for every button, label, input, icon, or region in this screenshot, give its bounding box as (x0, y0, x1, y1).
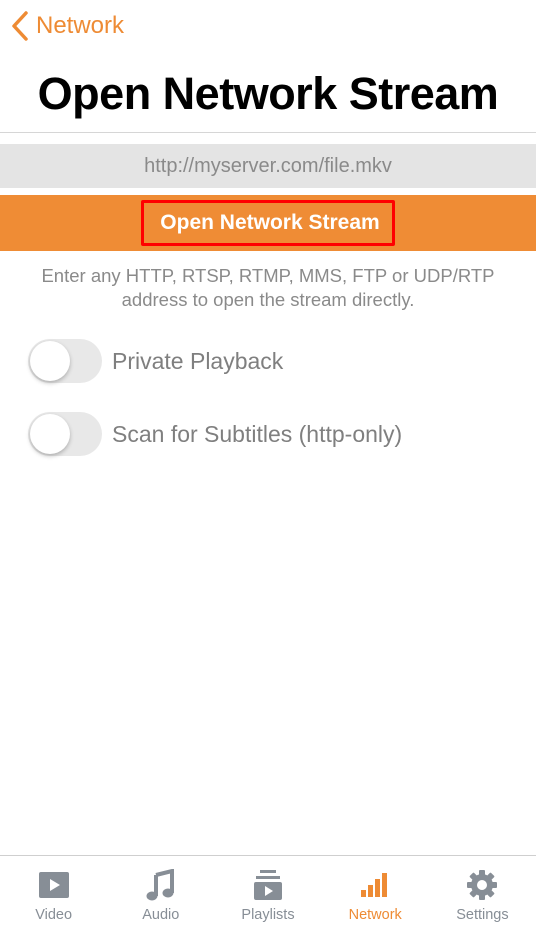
open-network-stream-button[interactable]: Open Network Stream (0, 195, 536, 251)
scan-subtitles-label: Scan for Subtitles (http-only) (112, 420, 403, 447)
back-button[interactable]: Network (10, 8, 124, 44)
tab-settings[interactable]: Settings (429, 856, 536, 927)
video-icon (38, 872, 69, 898)
toggle-knob (30, 341, 70, 381)
private-playback-toggle[interactable] (28, 339, 102, 383)
private-playback-label: Private Playback (112, 347, 284, 374)
tab-network[interactable]: Network (322, 856, 429, 927)
chevron-left-icon (12, 11, 28, 41)
url-input[interactable] (0, 144, 536, 188)
tab-playlists[interactable]: Playlists (214, 856, 321, 927)
tab-video-label: Video (35, 907, 73, 923)
page-title: Open Network Stream (37, 68, 499, 119)
signal-bars-icon (361, 873, 388, 897)
tab-network-label: Network (348, 907, 402, 923)
gear-icon (467, 870, 498, 900)
tab-video[interactable]: Video (0, 856, 107, 927)
back-label: Network (36, 12, 125, 39)
tab-playlists-label: Playlists (241, 907, 295, 923)
toggle-knob (30, 414, 70, 454)
hint-text: Enter any HTTP, RTSP, RTMP, MMS, FTP or … (41, 265, 495, 310)
music-note-icon (146, 869, 174, 901)
open-network-stream-label: Open Network Stream (141, 200, 395, 246)
playlists-icon (254, 870, 282, 900)
private-playback-row: Private Playback (28, 338, 283, 384)
header-divider (0, 132, 536, 133)
tab-bar: Video Audio Playlists Network Settings (0, 855, 536, 927)
tab-audio-label: Audio (142, 907, 180, 923)
scan-subtitles-row: Scan for Subtitles (http-only) (28, 411, 402, 457)
scan-subtitles-toggle[interactable] (28, 412, 102, 456)
tab-settings-label: Settings (456, 907, 509, 923)
tab-audio[interactable]: Audio (107, 856, 214, 927)
